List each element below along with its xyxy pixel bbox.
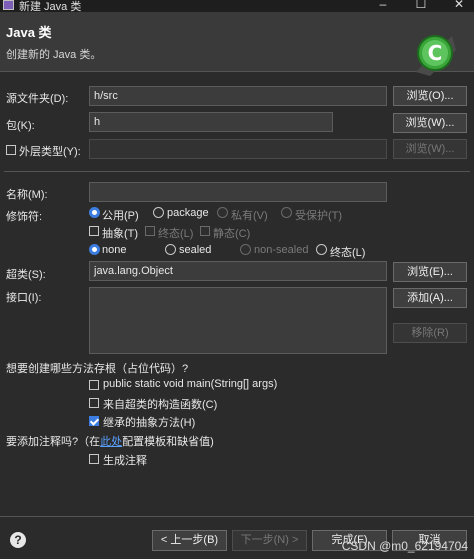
inherited-abstract-methods-checkbox[interactable] [89,416,99,426]
wizard-header: Java 类 创建新的 Java 类。 C [0,12,474,76]
add-interface-button[interactable]: 添加(A)... [393,288,467,308]
kind-sealed-radio[interactable] [165,244,176,255]
enclosing-type-checkbox[interactable] [6,145,16,155]
interfaces-list[interactable] [89,287,387,354]
abstract-label: 抽象(T) [102,228,139,240]
remove-interface-button[interactable]: 移除(R) [393,323,467,343]
access-package-radio[interactable] [153,207,164,218]
kind-non-sealed-radio[interactable] [240,244,251,255]
final-checkbox[interactable] [145,226,155,236]
kind-sealed-label: sealed [179,244,212,256]
kind-none-label: none [102,244,127,256]
title-bar: 新建 Java 类 – ☐ ✕ [0,0,474,13]
generate-comments-checkbox[interactable] [89,454,99,464]
close-button[interactable]: ✕ [450,0,468,12]
name-label: 名称(M): [6,189,48,201]
browse-enclosing-type-button[interactable]: 浏览(W)... [393,139,467,159]
source-folder-label: 源文件夹(D): [6,93,69,105]
app-icon [3,0,14,10]
minimize-button[interactable]: – [374,0,392,12]
kind-final-radio[interactable] [316,244,327,255]
kind-final-label: 终态(L) [330,247,366,259]
superclass-input[interactable]: java.lang.Object [89,261,387,281]
main-method-label: public static void main(String[] args) [103,378,278,390]
kind-non-sealed-label: non-sealed [254,244,309,256]
kind-none-radio[interactable] [89,244,100,255]
interfaces-label: 接口(I): [6,292,42,304]
enclosing-type-label: 外层类型(Y): [19,146,81,158]
main-method-checkbox[interactable] [89,380,99,390]
inherited-abstract-methods-label: 继承的抽象方法(H) [103,417,196,429]
name-input[interactable] [89,182,387,202]
browse-source-folder-button[interactable]: 浏览(O)... [393,86,467,106]
source-folder-input[interactable]: h/src [89,86,387,106]
superclass-label: 超类(S): [6,269,46,281]
static-checkbox[interactable] [200,226,210,236]
abstract-checkbox[interactable] [89,226,99,236]
superclass-constructors-checkbox[interactable] [89,398,99,408]
package-label: 包(K): [6,120,35,132]
watermark: CSDN @m0_62194704 [341,539,468,553]
access-protected-label: 受保护(T) [295,210,343,222]
comments-question: 要添加注释吗?（在此处配置模板和缺省值) [6,433,214,449]
method-stubs-question: 想要创建哪些方法存根（占位代码）? [6,363,189,375]
separator [4,171,470,172]
configure-templates-link[interactable]: 此处 [100,436,122,448]
access-public-radio[interactable] [89,207,100,218]
browse-package-button[interactable]: 浏览(W)... [393,113,467,133]
access-public-label: 公用(P) [102,210,139,222]
access-protected-radio[interactable] [281,207,292,218]
browse-superclass-button[interactable]: 浏览(E)... [393,262,467,282]
access-package-label: package [167,207,209,219]
comments-question-prefix: 要添加注释吗?（在 [6,436,101,448]
back-button[interactable]: < 上一步(B) [152,530,227,551]
superclass-constructors-label: 来自超类的构造函数(C) [103,399,218,411]
help-icon[interactable]: ? [10,532,26,548]
java-class-icon: C [416,35,456,76]
package-input[interactable]: h [89,112,333,132]
access-private-radio[interactable] [217,207,228,218]
svg-text:C: C [428,41,443,65]
next-button[interactable]: 下一步(N) > [232,530,307,551]
wizard-title: Java 类 [6,25,52,40]
footer-separator [0,516,474,517]
access-private-label: 私有(V) [231,210,268,222]
modifiers-label: 修饰符: [6,211,43,223]
final-label: 终态(L) [158,228,194,240]
static-label: 静态(C) [213,228,251,240]
maximize-button[interactable]: ☐ [412,0,430,12]
comments-question-suffix: 配置模板和缺省值) [122,436,214,448]
wizard-subtitle: 创建新的 Java 类。 [6,49,102,61]
generate-comments-label: 生成注释 [103,455,147,467]
enclosing-type-input[interactable] [89,139,387,159]
